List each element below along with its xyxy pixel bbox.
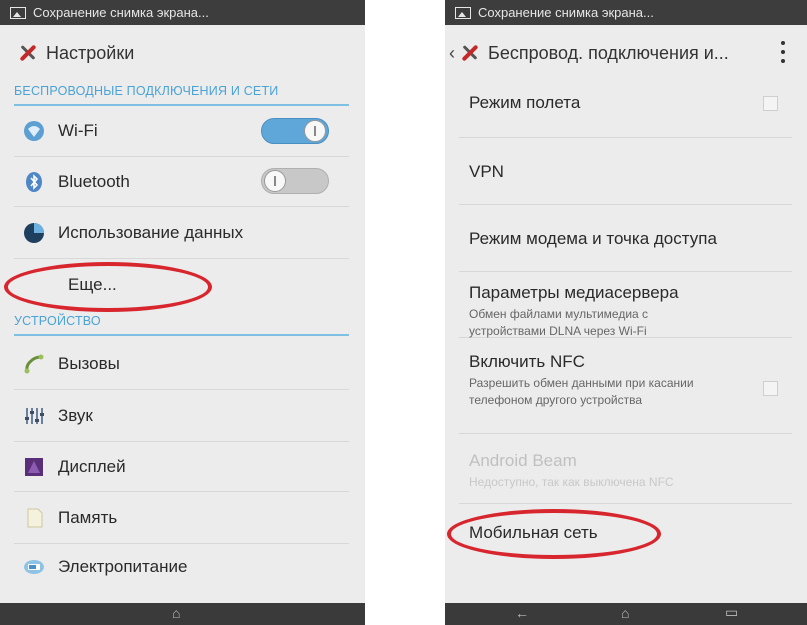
wifi-icon — [22, 119, 46, 143]
settings-item-tethering[interactable]: Режим модема и точка доступа — [459, 205, 792, 272]
nfc-checkbox[interactable] — [763, 381, 778, 396]
page-title: Настройки — [46, 42, 135, 63]
settings-item-memory[interactable]: Память — [14, 492, 349, 544]
settings-item-power[interactable]: Электропитание — [14, 544, 349, 590]
memory-card-icon — [22, 506, 46, 530]
settings-app-icon — [458, 42, 480, 64]
settings-item-label: Дисплей — [58, 456, 126, 476]
settings-item-vpn[interactable]: VPN — [459, 138, 792, 205]
settings-item-airplane-mode[interactable]: Режим полета — [459, 81, 792, 138]
toggle-knob — [304, 120, 326, 142]
home-button-icon[interactable]: ⌂ — [172, 605, 180, 621]
wireless-settings-screen: Сохранение снимка экрана... ‹ Беспровод.… — [445, 0, 807, 625]
overflow-menu-icon[interactable] — [781, 39, 785, 65]
status-text: Сохранение снимка экрана... — [33, 5, 209, 20]
back-button-icon[interactable]: ← — [515, 605, 529, 621]
toggle-knob — [264, 170, 286, 192]
highlight-circle-more — [4, 262, 212, 312]
airplane-mode-checkbox[interactable] — [763, 96, 778, 111]
settings-item-sound[interactable]: Звук — [14, 390, 349, 442]
settings-item-label: Электропитание — [58, 557, 188, 576]
section-header-device: УСТРОЙСТВО — [14, 314, 349, 336]
settings-item-subtitle: Обмен файлами мультимедиа с устройствами… — [469, 307, 649, 338]
settings-item-label: Wi-Fi — [58, 121, 98, 140]
settings-item-subtitle: Разрешить обмен данными при касании теле… — [469, 376, 694, 407]
settings-item-label: Память — [58, 507, 118, 527]
settings-item-android-beam: Android Beam Недоступно, так как выключе… — [459, 434, 792, 504]
settings-item-calls[interactable]: Вызовы — [14, 338, 349, 390]
wifi-toggle[interactable] — [261, 118, 329, 144]
action-bar: Настройки — [0, 25, 365, 81]
bluetooth-icon — [22, 170, 46, 194]
display-icon — [22, 455, 46, 479]
navigation-bar: ← ⌂ ▭ — [445, 603, 807, 625]
settings-screen: Сохранение снимка экрана... Настройки БЕ… — [0, 0, 365, 625]
phone-icon — [22, 352, 46, 376]
data-usage-icon — [22, 221, 46, 245]
settings-item-media-server[interactable]: Параметры медиасервера Обмен файлами мул… — [459, 272, 792, 338]
settings-item-label: Включить NFC — [469, 352, 585, 371]
settings-item-label: Режим модема и точка доступа — [469, 229, 717, 248]
bluetooth-toggle[interactable] — [261, 168, 329, 194]
settings-item-subtitle: Недоступно, так как выключена NFC — [469, 475, 674, 489]
page-title: Беспровод. подключения и... — [488, 42, 729, 63]
home-button-icon[interactable]: ⌂ — [621, 605, 629, 621]
settings-item-bluetooth[interactable]: Bluetooth — [14, 157, 349, 207]
equalizer-icon — [22, 404, 46, 428]
settings-item-label: Использование данных — [58, 222, 244, 242]
back-chevron-icon[interactable]: ‹ — [449, 43, 455, 64]
status-bar: Сохранение снимка экрана... — [445, 0, 807, 25]
settings-item-display[interactable]: Дисплей — [14, 442, 349, 492]
action-bar: ‹ Беспровод. подключения и... — [445, 25, 807, 81]
battery-icon — [22, 555, 46, 579]
settings-app-icon — [16, 42, 38, 64]
settings-item-label: Android Beam — [469, 451, 577, 470]
recent-apps-icon[interactable]: ▭ — [725, 604, 738, 621]
status-bar: Сохранение снимка экрана... — [0, 0, 365, 25]
settings-item-label: Вызовы — [58, 353, 120, 373]
settings-item-label: Звук — [58, 405, 93, 425]
navigation-bar: ⌂ — [0, 603, 365, 625]
screenshot-icon — [10, 6, 26, 19]
section-header-wireless: БЕСПРОВОДНЫЕ ПОДКЛЮЧЕНИЯ И СЕТИ — [14, 84, 349, 106]
screenshot-icon — [455, 6, 471, 19]
settings-item-label: VPN — [469, 162, 504, 181]
settings-item-label: Bluetooth — [58, 171, 130, 191]
status-text: Сохранение снимка экрана... — [478, 5, 654, 20]
settings-item-data-usage[interactable]: Использование данных — [14, 207, 349, 259]
settings-item-label: Параметры медиасервера — [469, 283, 679, 302]
settings-item-nfc[interactable]: Включить NFC Разрешить обмен данными при… — [459, 338, 792, 434]
settings-item-wifi[interactable]: Wi-Fi — [14, 106, 349, 157]
highlight-circle-mobile-network — [447, 509, 661, 559]
settings-item-label: Режим полета — [469, 93, 581, 112]
